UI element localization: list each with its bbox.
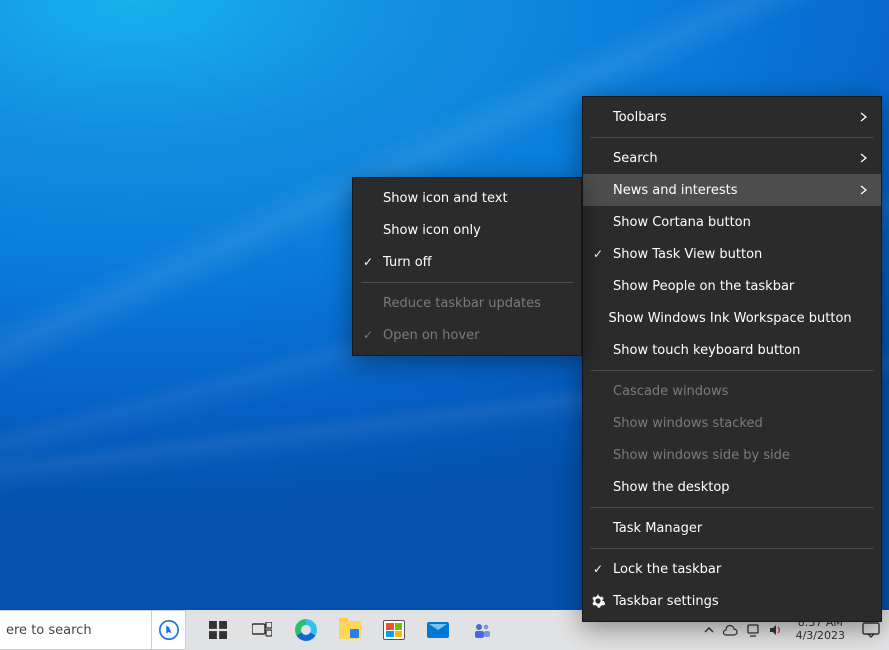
menu-search[interactable]: Search <box>583 142 881 174</box>
separator <box>591 137 873 138</box>
store-button[interactable] <box>372 610 416 650</box>
menu-side-by-side: Show windows side by side <box>583 439 881 471</box>
menu-people[interactable]: Show People on the taskbar <box>583 270 881 302</box>
start-button[interactable] <box>196 610 240 650</box>
check-icon: ✓ <box>353 328 383 342</box>
submenu-turn-off[interactable]: ✓Turn off <box>353 246 581 278</box>
teams-icon <box>472 620 492 640</box>
submenu-icon-only[interactable]: Show icon only <box>353 214 581 246</box>
menu-lock-taskbar[interactable]: ✓Lock the taskbar <box>583 553 881 585</box>
store-icon <box>383 620 405 640</box>
separator <box>591 507 873 508</box>
menu-toolbars[interactable]: Toolbars <box>583 101 881 133</box>
submenu-reduce-updates: Reduce taskbar updates <box>353 287 581 319</box>
menu-stacked: Show windows stacked <box>583 407 881 439</box>
separator <box>591 370 873 371</box>
search-text: ere to search <box>6 623 92 638</box>
menu-ink[interactable]: Show Windows Ink Workspace button <box>583 302 881 334</box>
edge-button[interactable] <box>284 610 328 650</box>
task-view-button[interactable] <box>240 610 284 650</box>
menu-cortana[interactable]: Show Cortana button <box>583 206 881 238</box>
chevron-right-icon <box>849 185 867 195</box>
app-button[interactable] <box>460 610 504 650</box>
menu-taskview[interactable]: ✓Show Task View button <box>583 238 881 270</box>
menu-cascade: Cascade windows <box>583 375 881 407</box>
menu-task-manager[interactable]: Task Manager <box>583 512 881 544</box>
check-icon: ✓ <box>583 562 613 576</box>
menu-show-desktop[interactable]: Show the desktop <box>583 471 881 503</box>
clock-date: 4/3/2023 <box>796 630 845 643</box>
action-center-button[interactable] <box>853 622 889 638</box>
show-hidden-icons[interactable] <box>704 625 714 635</box>
check-icon: ✓ <box>353 255 383 269</box>
news-interests-submenu: Show icon and text Show icon only ✓Turn … <box>352 177 582 356</box>
chevron-right-icon <box>849 112 867 122</box>
menu-touch-keyboard[interactable]: Show touch keyboard button <box>583 334 881 366</box>
onedrive-icon[interactable] <box>722 624 738 636</box>
mail-icon <box>427 622 449 638</box>
submenu-open-on-hover: ✓Open on hover <box>353 319 581 351</box>
network-icon[interactable] <box>746 623 760 637</box>
edge-icon <box>295 619 317 641</box>
menu-taskbar-settings[interactable]: Taskbar settings <box>583 585 881 617</box>
separator <box>591 548 873 549</box>
volume-icon[interactable] <box>768 623 782 637</box>
file-explorer-button[interactable] <box>328 610 372 650</box>
menu-news-interests[interactable]: News and interests <box>583 174 881 206</box>
folder-icon <box>339 621 361 639</box>
check-icon: ✓ <box>583 247 613 261</box>
taskbar-context-menu: Toolbars Search News and interests Show … <box>582 96 882 622</box>
mail-button[interactable] <box>416 610 460 650</box>
submenu-icon-and-text[interactable]: Show icon and text <box>353 182 581 214</box>
bing-chat-badge[interactable] <box>152 610 186 650</box>
chevron-right-icon <box>849 153 867 163</box>
search-box[interactable]: ere to search <box>0 610 152 650</box>
gear-icon <box>583 594 613 608</box>
separator <box>361 282 573 283</box>
